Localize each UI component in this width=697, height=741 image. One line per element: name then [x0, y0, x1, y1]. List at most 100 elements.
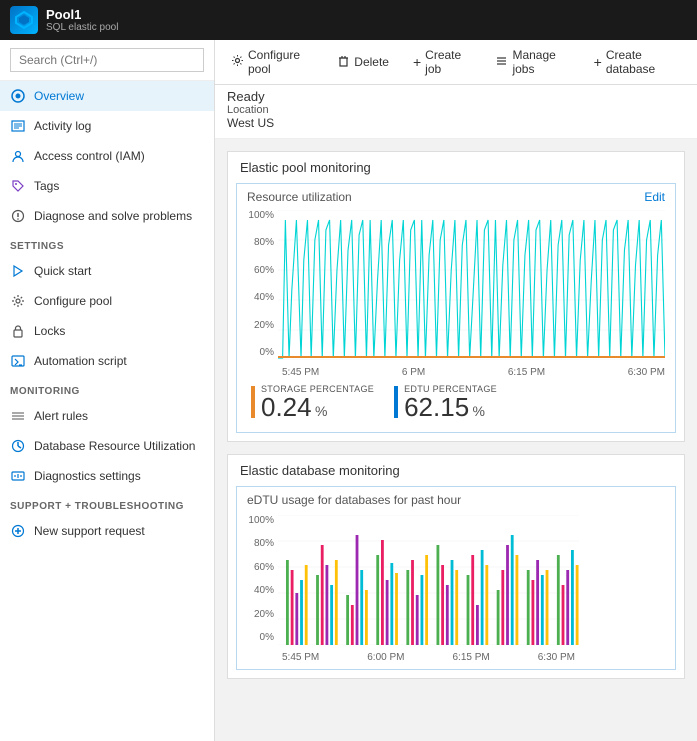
storage-stat-content: STORAGE PERCENTAGE 0.24 %	[261, 384, 374, 420]
search-box[interactable]	[0, 40, 214, 81]
edtu-bar-indicator	[394, 386, 398, 418]
x-labels: 5:45 PM 6 PM 6:15 PM 6:30 PM	[278, 365, 669, 378]
sidebar-item-label: Activity log	[34, 119, 91, 133]
create-job-plus-icon: +	[413, 54, 421, 70]
create-job-label: Create job	[425, 48, 471, 76]
sidebar-item-activity-log[interactable]: Activity log	[0, 111, 214, 141]
y-labels: 100% 80% 60% 40% 20% 0%	[243, 208, 278, 358]
manage-jobs-label: Manage jobs	[512, 48, 569, 76]
quick-start-icon	[10, 263, 26, 279]
create-database-button[interactable]: + Create database	[590, 46, 685, 78]
create-db-plus-icon: +	[594, 54, 602, 70]
chart-title-row: Resource utilization Edit	[243, 190, 669, 208]
elastic-db-section-title: Elastic database monitoring	[228, 455, 684, 486]
line-chart-plot	[278, 210, 665, 360]
storage-stat-unit: %	[315, 403, 327, 419]
sidebar-item-quick-start[interactable]: Quick start	[0, 256, 214, 286]
bar-x-labels: 5:45 PM 6:00 PM 6:15 PM 6:30 PM	[278, 650, 579, 663]
sidebar-item-label: New support request	[34, 524, 145, 538]
bar-chart-plot: CONTOSOC... BLUEOAKJAZ... DOGWOOD...	[278, 515, 579, 645]
stats-row: STORAGE PERCENTAGE 0.24 % EDTU PERCENTAG…	[243, 378, 669, 426]
sidebar-item-label: Automation script	[34, 354, 127, 368]
sidebar-item-label: Tags	[34, 179, 59, 193]
monitoring-section-label: MONITORING	[0, 376, 214, 401]
status-section: Ready LocationWest US	[215, 85, 697, 139]
sidebar-item-configure-pool[interactable]: Configure pool	[0, 286, 214, 316]
edtu-stat: EDTU PERCENTAGE 62.15 %	[394, 384, 497, 420]
content-area: Elastic pool monitoring Resource utiliza…	[215, 139, 697, 691]
create-database-label: Create database	[606, 48, 681, 76]
top-header: Pool1 SQL elastic pool	[0, 0, 697, 40]
edtu-stat-content: EDTU PERCENTAGE 62.15 %	[404, 384, 497, 420]
diagnostics-settings-icon	[10, 468, 26, 484]
sidebar: Overview Activity log Access control (IA…	[0, 40, 215, 741]
sidebar-item-label: Configure pool	[34, 294, 112, 308]
status-ready: Ready	[227, 89, 685, 104]
search-input[interactable]	[10, 48, 204, 72]
main-content: Configure pool Delete + Create job Manag…	[215, 40, 697, 741]
chart-title: Resource utilization	[247, 190, 352, 204]
main-layout: Overview Activity log Access control (IA…	[0, 40, 697, 741]
create-job-button[interactable]: + Create job	[409, 46, 475, 78]
edtu-stat-unit: %	[473, 403, 485, 419]
edtu-stat-value-row: 62.15 %	[404, 394, 497, 420]
list-icon	[495, 54, 508, 70]
edtu-stat-value: 62.15	[404, 392, 469, 422]
sidebar-item-label: Overview	[34, 89, 84, 103]
status-location: LocationWest US	[227, 104, 685, 130]
new-support-icon	[10, 523, 26, 539]
sidebar-item-alert-rules[interactable]: Alert rules	[0, 401, 214, 431]
edtu-usage-chart: eDTU usage for databases for past hour 1…	[236, 486, 676, 670]
db-resource-util-icon	[10, 438, 26, 454]
sidebar-item-label: Locks	[34, 324, 65, 338]
elastic-db-monitoring-section: Elastic database monitoring eDTU usage f…	[227, 454, 685, 679]
sidebar-item-diagnose[interactable]: Diagnose and solve problems	[0, 201, 214, 231]
sidebar-item-label: Database Resource Utilization	[34, 439, 195, 453]
locks-icon	[10, 323, 26, 339]
settings-section-label: SETTINGS	[0, 231, 214, 256]
sidebar-item-new-support[interactable]: New support request	[0, 516, 214, 546]
storage-bar-indicator	[251, 386, 255, 418]
configure-pool-icon	[10, 293, 26, 309]
gear-icon	[231, 54, 244, 70]
line-chart-area: 100% 80% 60% 40% 20% 0%	[243, 208, 669, 378]
automation-script-icon	[10, 353, 26, 369]
access-control-icon	[10, 148, 26, 164]
sidebar-item-label: Access control (IAM)	[34, 149, 145, 163]
manage-jobs-button[interactable]: Manage jobs	[491, 46, 573, 78]
header-title: Pool1	[46, 7, 118, 22]
header-subtitle: SQL elastic pool	[46, 22, 118, 33]
sidebar-item-label: Alert rules	[34, 409, 88, 423]
support-section-label: SUPPORT + TROUBLESHOOTING	[0, 491, 214, 516]
trash-icon	[337, 54, 350, 70]
configure-pool-label: Configure pool	[248, 48, 313, 76]
sidebar-item-label: Diagnose and solve problems	[34, 209, 192, 223]
sidebar-item-overview[interactable]: Overview	[0, 81, 214, 111]
sidebar-item-tags[interactable]: Tags	[0, 171, 214, 201]
sidebar-item-label: Diagnostics settings	[34, 469, 141, 483]
sidebar-item-access-control[interactable]: Access control (IAM)	[0, 141, 214, 171]
storage-stat-value: 0.24	[261, 392, 312, 422]
app-icon	[10, 6, 38, 34]
resource-utilization-chart: Resource utilization Edit 100% 80% 60% 4…	[236, 183, 676, 433]
sidebar-item-label: Quick start	[34, 264, 91, 278]
diagnose-icon	[10, 208, 26, 224]
storage-stat: STORAGE PERCENTAGE 0.24 %	[251, 384, 374, 420]
delete-button[interactable]: Delete	[333, 52, 393, 72]
delete-label: Delete	[354, 55, 389, 69]
elastic-pool-monitoring-section: Elastic pool monitoring Resource utiliza…	[227, 151, 685, 442]
storage-stat-value-row: 0.24 %	[261, 394, 374, 420]
chart-edit-button[interactable]: Edit	[644, 190, 665, 204]
sidebar-item-automation-script[interactable]: Automation script	[0, 346, 214, 376]
elastic-pool-section-title: Elastic pool monitoring	[228, 152, 684, 183]
configure-pool-button[interactable]: Configure pool	[227, 46, 317, 78]
toolbar: Configure pool Delete + Create job Manag…	[215, 40, 697, 85]
sidebar-item-db-resource-util[interactable]: Database Resource Utilization	[0, 431, 214, 461]
bar-chart-area: 100% 80% 60% 40% 20% 0%	[243, 513, 669, 663]
overview-icon	[10, 88, 26, 104]
header-titles: Pool1 SQL elastic pool	[46, 7, 118, 33]
sidebar-item-locks[interactable]: Locks	[0, 316, 214, 346]
tags-icon	[10, 178, 26, 194]
sidebar-item-diagnostics-settings[interactable]: Diagnostics settings	[0, 461, 214, 491]
bar-y-labels: 100% 80% 60% 40% 20% 0%	[243, 513, 278, 643]
